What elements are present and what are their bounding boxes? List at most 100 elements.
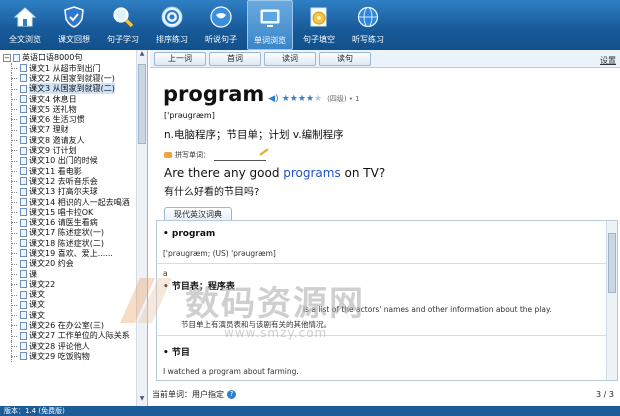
- level-label: (四级) • 1: [327, 95, 360, 103]
- star-icon: ★: [281, 94, 290, 104]
- tree-item[interactable]: 课文2 从国家到就寝(一): [0, 73, 136, 84]
- document-icon: [20, 125, 27, 134]
- tree-item[interactable]: 课文: [0, 289, 136, 301]
- tree-scrollbar[interactable]: ▲ ▼: [136, 50, 147, 406]
- document-icon: [20, 198, 27, 206]
- first-word-button[interactable]: 首词: [209, 51, 261, 66]
- scroll-up-icon[interactable]: ▲: [137, 50, 147, 61]
- tree-item[interactable]: 课: [0, 268, 136, 280]
- tree-item[interactable]: 课文29 吃饭购物: [0, 351, 136, 362]
- prev-word-button[interactable]: 上一词: [154, 51, 206, 66]
- speech-icon: [207, 3, 235, 31]
- tree-item[interactable]: 课文: [0, 310, 136, 321]
- tree-root-label: 英语口语8000句: [22, 53, 83, 62]
- tree-item[interactable]: 课文26 在办公室(三): [0, 320, 136, 332]
- document-icon: [20, 187, 27, 196]
- scrollbar-thumb[interactable]: [608, 233, 616, 293]
- tree-item[interactable]: 课文3 从国家到就寝(二): [0, 83, 136, 95]
- scroll-down-icon[interactable]: ▼: [137, 395, 147, 406]
- tree-item[interactable]: 课文13 打高尔夫球: [0, 186, 136, 198]
- tree-item[interactable]: 课文16 请医生看病: [0, 217, 136, 229]
- tree-item[interactable]: 课文10 出门的时候: [0, 155, 136, 167]
- spell-label: 拼写单词：: [175, 151, 210, 159]
- toolbar-word-browse[interactable]: 单词浏览: [247, 0, 293, 50]
- tree-item[interactable]: 课文1 从超市到出门: [0, 63, 136, 74]
- document-icon: [20, 249, 27, 258]
- read-sentence-button[interactable]: 读句: [319, 51, 371, 66]
- document-icon: [20, 280, 27, 289]
- headword: program: [163, 82, 265, 106]
- tree-item[interactable]: 课文: [0, 299, 136, 311]
- word-header: program ◀) ★★★★★ (四级) • 1: [163, 82, 360, 106]
- help-icon[interactable]: ?: [227, 389, 236, 399]
- scrollbar-thumb[interactable]: [138, 64, 146, 144]
- example-pre: Are there any good: [164, 166, 284, 180]
- tree-item[interactable]: 课文12 去听音乐会: [0, 176, 136, 187]
- tree-item[interactable]: 课文19 喜欢、爱上......: [0, 248, 136, 259]
- lesson-tree-panel: − 英语口语8000句 课文1 从超市到出门 课文2 从国家到就寝(一) 课文3 从…: [0, 50, 148, 406]
- tree-item[interactable]: 课文28 评论他人: [0, 341, 136, 352]
- document-icon: [20, 177, 27, 186]
- document-icon: [20, 300, 27, 309]
- document-icon: [20, 239, 27, 248]
- read-word-button[interactable]: 读词: [264, 51, 316, 66]
- toolbar-label: 句子学习: [107, 35, 139, 44]
- toolbar-label: 句子填空: [303, 35, 335, 44]
- tab-modern-dictionary[interactable]: 现代英汉词典: [164, 207, 232, 220]
- divider: [157, 263, 607, 264]
- dictionary-content: • program ['prəugræm; (US) 'prəugræm] a …: [157, 221, 607, 380]
- tree-item[interactable]: 课文11 看电影: [0, 165, 136, 177]
- tree-root[interactable]: − 英语口语8000句: [0, 52, 136, 63]
- settings-link[interactable]: 设置: [600, 55, 616, 66]
- toolbar-sentence-study[interactable]: 句子学习: [100, 0, 146, 50]
- document-icon: [20, 167, 27, 176]
- toolbar-text-recall[interactable]: 课文回想: [51, 0, 97, 50]
- document-icon: [20, 321, 27, 330]
- tree-item[interactable]: 课文17 陈述症状(一): [0, 227, 136, 239]
- tree-item[interactable]: 课文7 理财: [0, 124, 136, 136]
- tree-item[interactable]: 课文15 唱卡拉OK: [0, 207, 136, 218]
- tree-item[interactable]: 课文20 约会: [0, 258, 136, 270]
- toolbar-sentence-fill[interactable]: 句子填空: [296, 0, 342, 50]
- document-icon: [20, 156, 27, 165]
- document-icon: [20, 136, 27, 145]
- tree-item[interactable]: 课文8 邀请友人: [0, 135, 136, 146]
- current-word-mode: 当前单词：用户指定: [152, 389, 224, 399]
- tree-item[interactable]: 课文6 生活习惯: [0, 114, 136, 126]
- tree-item[interactable]: 课文14 相识的人一起去喝酒: [0, 196, 136, 208]
- magnifier-icon: [109, 3, 137, 31]
- toolbar-label: 排序练习: [156, 35, 188, 44]
- toolbar-label: 单词浏览: [254, 36, 286, 45]
- toolbar-dictation[interactable]: 听写练习: [345, 0, 391, 50]
- toolbar-label: 全文浏览: [9, 35, 41, 44]
- tree-item[interactable]: 课文22: [0, 279, 136, 290]
- spell-input[interactable]: [214, 148, 269, 161]
- document-icon: [20, 270, 27, 279]
- spell-row: 拼写单词：: [164, 148, 269, 161]
- document-icon: [20, 208, 27, 217]
- document-icon: [20, 115, 27, 124]
- dictionary-scrollbar[interactable]: [606, 221, 617, 380]
- star-icon: ★: [305, 94, 315, 104]
- tree-item[interactable]: 课文5 送礼物: [0, 104, 136, 115]
- toolbar-sort-practice[interactable]: 排序练习: [149, 0, 195, 50]
- document-icon: [20, 342, 27, 351]
- toolbar-listen-sentence[interactable]: 听说句子: [198, 0, 244, 50]
- document-icon: [20, 64, 27, 73]
- tree-item[interactable]: 课文9 订计划: [0, 145, 136, 156]
- tree-item-label: 课文29 吃饭购物: [29, 351, 90, 361]
- document-icon: [20, 95, 27, 104]
- divider: [157, 335, 607, 336]
- collapse-icon[interactable]: −: [3, 53, 11, 62]
- example-highlight: programs: [283, 166, 341, 180]
- book-icon: [13, 53, 20, 62]
- tree-item[interactable]: 课文4 休息日: [0, 93, 136, 105]
- speaker-icon[interactable]: ◀): [268, 94, 278, 104]
- toolbar-full-browse[interactable]: 全文浏览: [2, 0, 48, 50]
- star-icon: ★: [314, 94, 323, 104]
- document-icon: [20, 290, 27, 299]
- tree-item[interactable]: 课文18 陈述症状(二): [0, 238, 136, 249]
- document-icon: [20, 146, 27, 155]
- tree-item[interactable]: 课文27 工作单位的人际关系: [0, 330, 136, 342]
- toolbar-label: 课文回想: [58, 35, 90, 44]
